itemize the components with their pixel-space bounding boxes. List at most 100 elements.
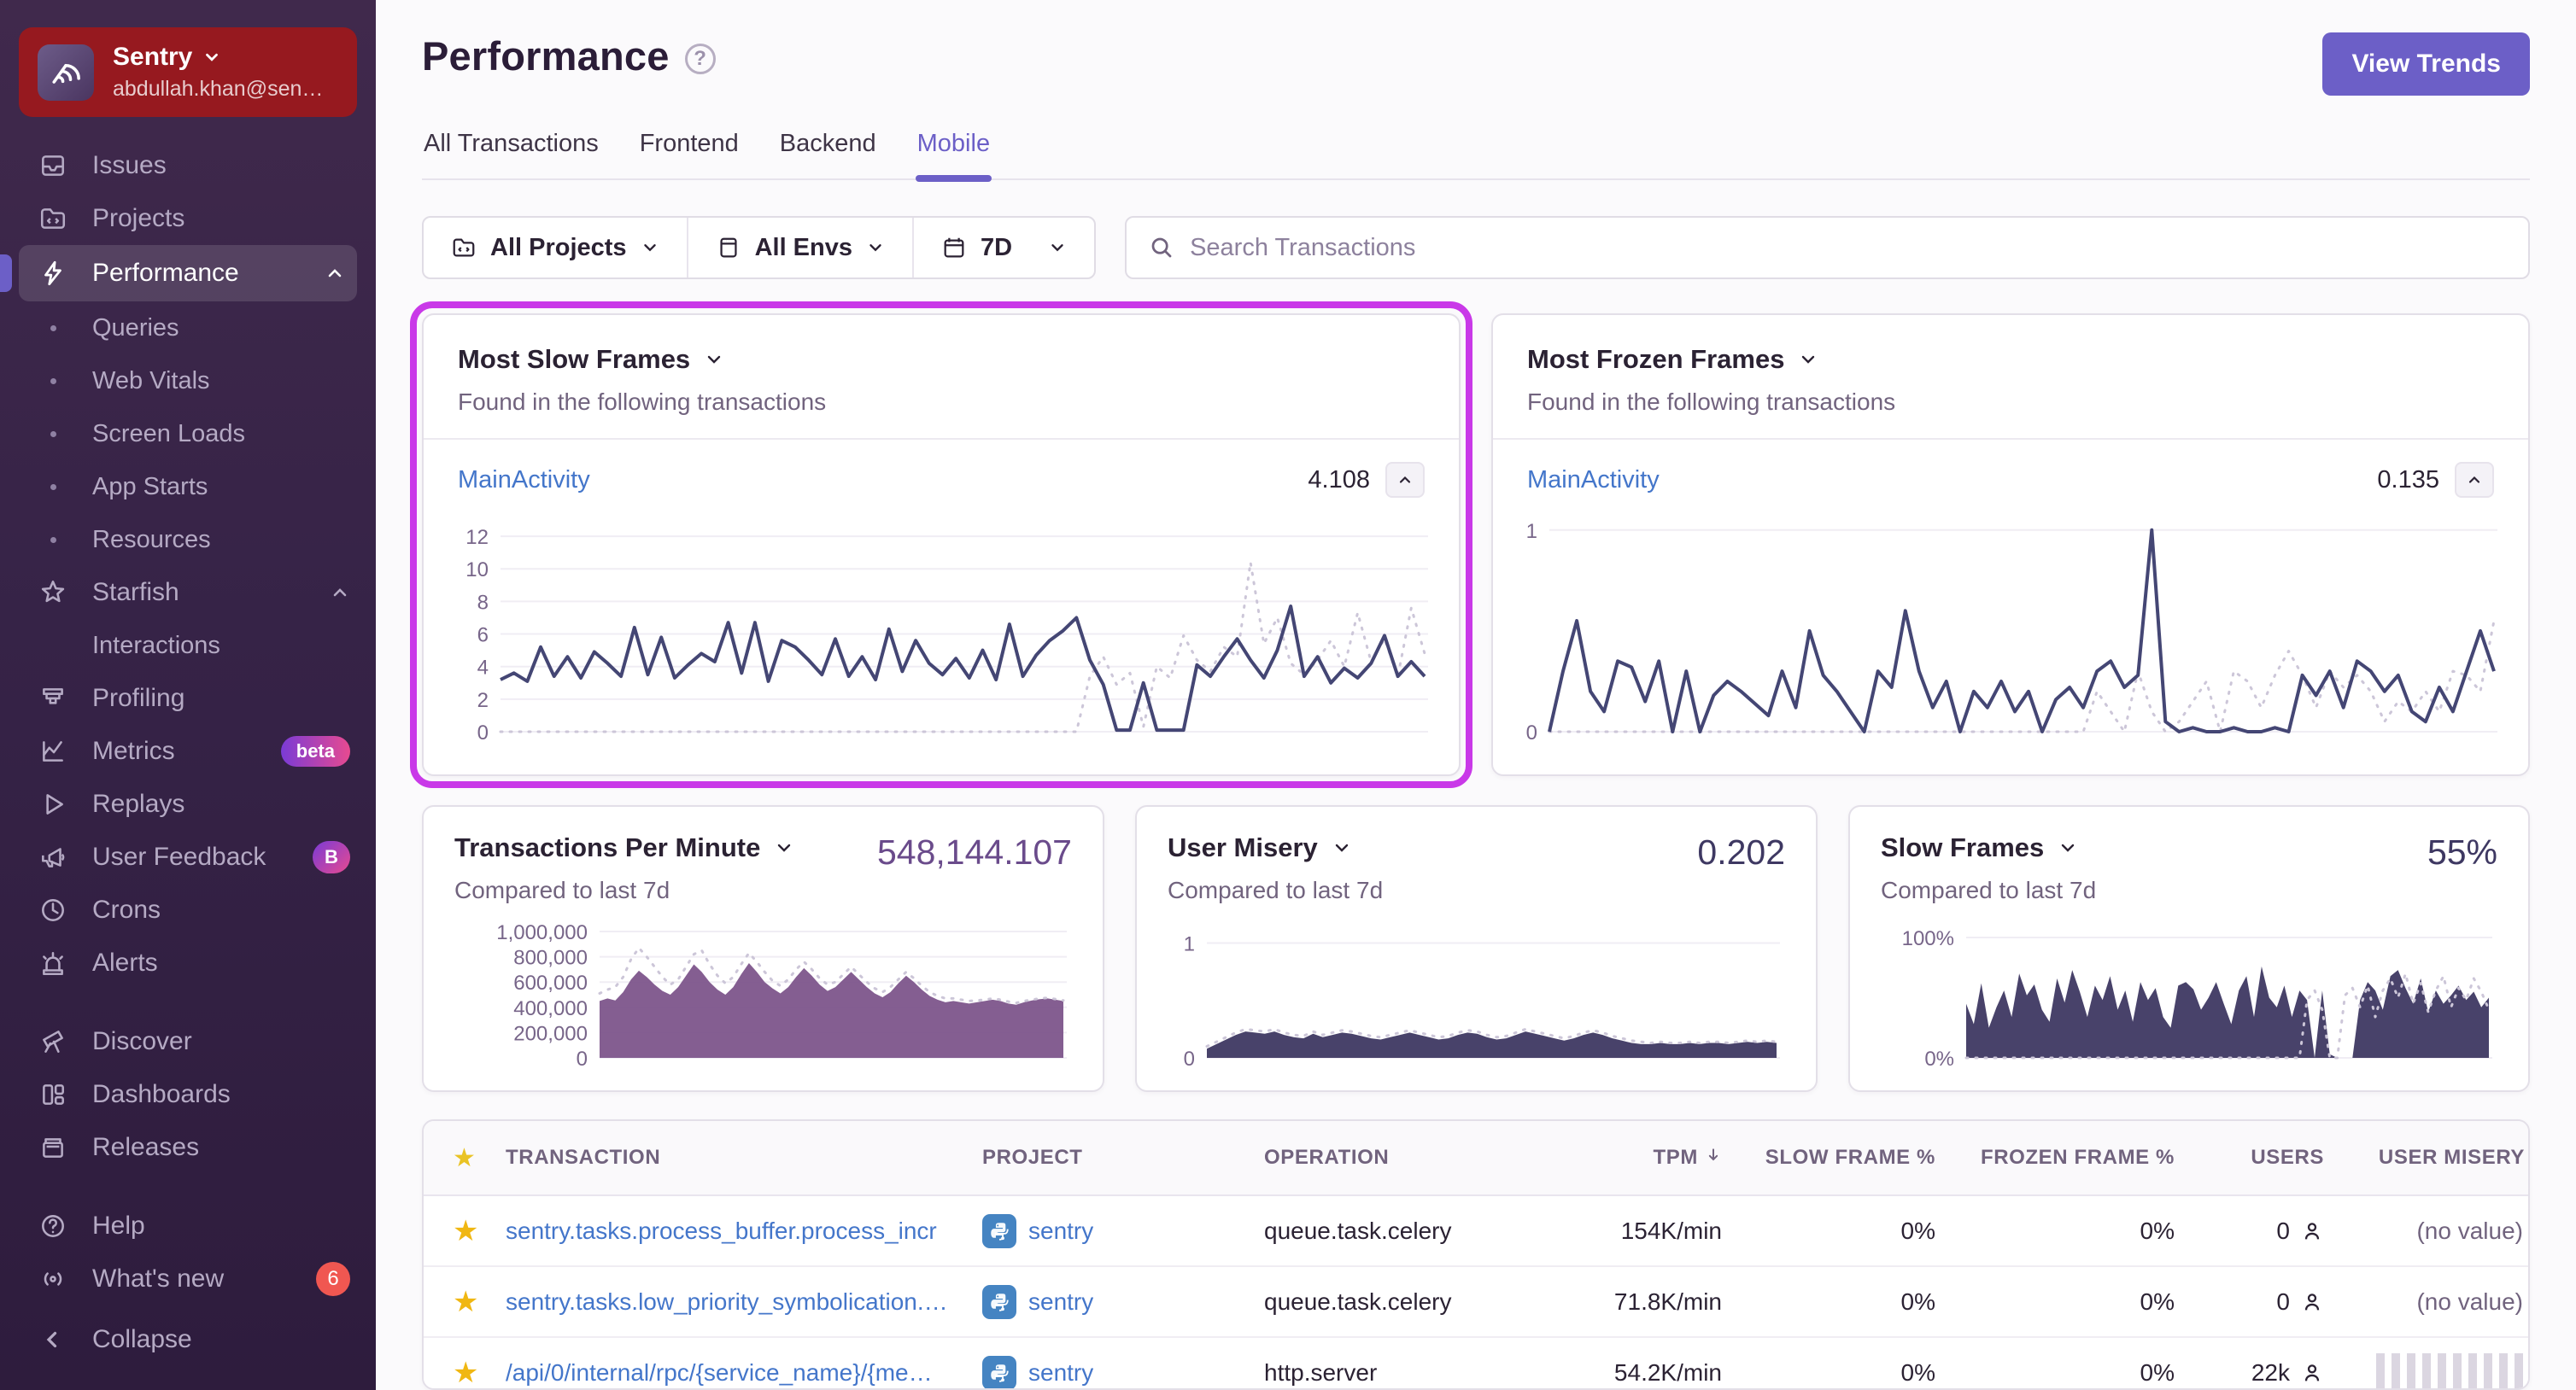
column-header[interactable]: TRANSACTION xyxy=(506,1146,982,1170)
collapse-row-button[interactable] xyxy=(2455,462,2494,498)
calendar-icon xyxy=(944,237,964,258)
column-header[interactable]: OPERATION xyxy=(1264,1146,1546,1170)
sidebar-item-whats-new[interactable]: What's new 6 xyxy=(0,1253,376,1305)
sidebar-item-resources[interactable]: Resources xyxy=(0,513,376,566)
user-misery-cell: (no value) xyxy=(2416,1288,2523,1315)
active-indicator xyxy=(0,254,12,292)
svg-text:200,000: 200,000 xyxy=(513,1022,588,1045)
sidebar-item-label: User Feedback xyxy=(92,843,266,871)
project-link[interactable]: sentry xyxy=(1028,1288,1093,1316)
column-header[interactable]: PROJECT xyxy=(982,1146,1264,1170)
sidebar-item-replays[interactable]: Replays xyxy=(0,778,376,831)
frozen-frame-cell: 0% xyxy=(2140,1358,2175,1386)
sidebar-item-label: Alerts xyxy=(92,949,158,977)
sidebar-item-dashboards[interactable]: Dashboards xyxy=(0,1068,376,1121)
svg-text:8: 8 xyxy=(477,591,489,614)
sidebar-item-releases[interactable]: Releases xyxy=(0,1121,376,1174)
chevron-up-icon xyxy=(2468,476,2480,483)
tpm-cell: 154K/min xyxy=(1620,1217,1722,1244)
column-header[interactable]: SLOW FRAME % xyxy=(1725,1146,1939,1170)
svg-text:0: 0 xyxy=(577,1048,588,1070)
favorite-star-icon[interactable]: ★ xyxy=(424,1356,506,1389)
star-column-header-icon[interactable]: ★ xyxy=(424,1143,506,1173)
project-link[interactable]: sentry xyxy=(1028,1359,1093,1387)
sidebar-item-metrics[interactable]: Metrics beta xyxy=(0,725,376,778)
sidebar-item-queries[interactable]: Queries xyxy=(0,301,376,354)
date-range-filter[interactable]: 7D xyxy=(912,218,1094,277)
widget-selector[interactable]: User Misery xyxy=(1168,832,1383,863)
column-header-tpm-sorted[interactable]: TPM xyxy=(1546,1146,1725,1170)
svg-text:0: 0 xyxy=(1184,1048,1195,1070)
slow-frame-cell: 0% xyxy=(1900,1288,1935,1315)
sidebar-item-collapse[interactable]: Collapse xyxy=(0,1313,376,1366)
column-header[interactable]: FROZEN FRAME % xyxy=(1939,1146,2178,1170)
svg-text:1,000,000: 1,000,000 xyxy=(496,923,588,944)
widget-selector[interactable]: Most Frozen Frames xyxy=(1527,344,2494,375)
most-slow-frames-chart: 12 10 8 6 4 2 0 xyxy=(441,511,1430,745)
column-header[interactable]: USERS xyxy=(2178,1146,2327,1170)
sidebar-item-discover[interactable]: Discover xyxy=(0,1015,376,1068)
chevron-up-icon xyxy=(1399,476,1411,483)
transaction-link[interactable]: MainActivity xyxy=(458,466,590,494)
project-filter[interactable]: All Projects xyxy=(424,218,687,277)
project-link[interactable]: sentry xyxy=(1028,1218,1093,1245)
sidebar-item-user-feedback[interactable]: User Feedback B xyxy=(0,831,376,884)
help-tooltip-icon[interactable]: ? xyxy=(684,43,716,74)
widget-selector[interactable]: Slow Frames xyxy=(1881,832,2096,863)
org-name: Sentry xyxy=(113,43,193,71)
tpm-chart: 1,000,000 800,000 600,000 400,000 200,000 0 xyxy=(454,921,1068,1071)
transaction-link[interactable]: /api/0/internal/rpc/{service_name}/{me… xyxy=(506,1359,982,1387)
play-icon xyxy=(38,789,68,820)
sidebar-item-crons[interactable]: Crons xyxy=(0,884,376,937)
widget-selector[interactable]: Most Slow Frames xyxy=(458,344,1425,375)
sidebar-item-issues[interactable]: Issues xyxy=(0,139,376,192)
collapse-row-button[interactable] xyxy=(1385,462,1425,498)
view-trends-button[interactable]: View Trends xyxy=(2322,32,2530,96)
sidebar-item-interactions[interactable]: Interactions xyxy=(0,619,376,672)
tab-mobile[interactable]: Mobile xyxy=(915,130,992,182)
sidebar-item-performance[interactable]: Performance xyxy=(0,245,357,301)
chevron-down-icon xyxy=(2062,844,2075,852)
sidebar-item-web-vitals[interactable]: Web Vitals xyxy=(0,354,376,407)
tab-all-transactions[interactable]: All Transactions xyxy=(422,130,600,178)
table-row: ★ sentry.tasks.process_buffer.process_in… xyxy=(424,1196,2528,1267)
transaction-link[interactable]: MainActivity xyxy=(1527,466,1660,494)
inbox-icon xyxy=(38,150,68,181)
transaction-link[interactable]: sentry.tasks.low_priority_symbolication.… xyxy=(506,1288,982,1316)
widget-selector[interactable]: Transactions Per Minute xyxy=(454,832,794,863)
svg-text:400,000: 400,000 xyxy=(513,997,588,1020)
tab-frontend[interactable]: Frontend xyxy=(638,130,741,178)
sidebar-item-label: Help xyxy=(92,1212,145,1240)
search-input[interactable] xyxy=(1190,233,2506,262)
sidebar-item-label: Dashboards xyxy=(92,1080,231,1108)
sidebar-item-label: Discover xyxy=(92,1027,192,1055)
sidebar-item-projects[interactable]: Projects xyxy=(0,192,376,245)
performance-tabs: All Transactions Frontend Backend Mobile xyxy=(422,130,2530,182)
table-row: ★ /api/0/internal/rpc/{service_name}/{me… xyxy=(424,1338,2528,1389)
sidebar-item-label: Projects xyxy=(92,204,185,232)
favorite-star-icon[interactable]: ★ xyxy=(424,1214,506,1248)
sidebar-item-app-starts[interactable]: App Starts xyxy=(0,460,376,513)
svg-text:10: 10 xyxy=(465,558,489,581)
sidebar-item-profiling[interactable]: Profiling xyxy=(0,672,376,725)
sidebar-item-starfish[interactable]: Starfish xyxy=(0,566,376,619)
environment-filter[interactable]: All Envs xyxy=(686,218,912,277)
sidebar: Sentry abdullah.khan@sen… Issues Project… xyxy=(0,0,376,1390)
chevron-up-icon xyxy=(328,269,342,277)
most-frozen-frames-card: Most Frozen Frames Found in the followin… xyxy=(1491,313,2530,776)
svg-text:0: 0 xyxy=(1526,721,1537,744)
tpm-cell: 71.8K/min xyxy=(1613,1288,1722,1315)
column-header[interactable]: USER MISERY xyxy=(2327,1146,2528,1170)
sidebar-item-screen-loads[interactable]: Screen Loads xyxy=(0,407,376,460)
favorite-star-icon[interactable]: ★ xyxy=(424,1285,506,1319)
org-email: abdullah.khan@sen… xyxy=(113,77,324,101)
org-switcher[interactable]: Sentry abdullah.khan@sen… xyxy=(19,27,357,117)
sidebar-item-alerts[interactable]: Alerts xyxy=(0,937,376,990)
broadcast-icon xyxy=(38,1264,68,1294)
transaction-link[interactable]: sentry.tasks.process_buffer.process_incr xyxy=(506,1218,982,1245)
frozen-frame-cell: 0% xyxy=(2140,1288,2175,1315)
sidebar-item-help[interactable]: Help xyxy=(0,1200,376,1253)
tab-backend[interactable]: Backend xyxy=(778,130,878,178)
sidebar-item-label: Crons xyxy=(92,896,161,924)
users-cell: 0 xyxy=(2276,1217,2290,1244)
